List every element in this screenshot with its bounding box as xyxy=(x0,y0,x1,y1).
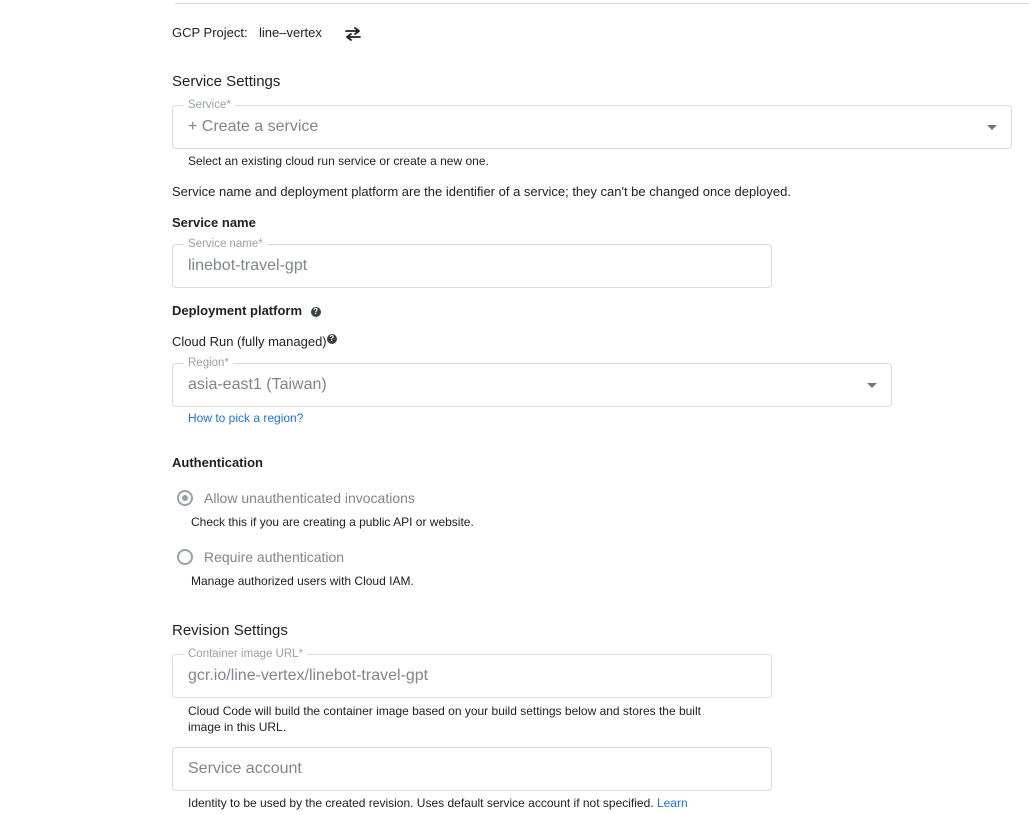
service-name-heading: Service name xyxy=(172,215,256,230)
swap-icon[interactable] xyxy=(343,25,363,43)
allow-unauthenticated-hint: Check this if you are creating a public … xyxy=(191,515,474,529)
identifier-note: Service name and deployment platform are… xyxy=(172,184,791,199)
service-account-hint-text: Identity to be used by the created revis… xyxy=(188,796,654,810)
project-label: GCP Project: xyxy=(172,25,248,40)
require-authentication-hint: Manage authorized users with Cloud IAM. xyxy=(191,574,414,588)
revision-settings-title: Revision Settings xyxy=(172,622,288,639)
project-name: line–vertex xyxy=(259,25,322,40)
help-icon[interactable]: ? xyxy=(310,306,321,317)
container-image-hint-line2: image in this URL. xyxy=(188,720,287,734)
container-image-value: gcr.io/line-vertex/linebot-travel-gpt xyxy=(188,667,429,684)
region-select[interactable]: Region* asia-east1 (Taiwan) xyxy=(172,356,892,407)
service-select-hint: Select an existing cloud run service or … xyxy=(188,154,489,168)
container-image-hint: Cloud Code will build the container imag… xyxy=(188,703,701,735)
container-image-field[interactable]: Container image URL* gcr.io/line-vertex/… xyxy=(172,647,772,698)
service-select[interactable]: Service* + Create a service xyxy=(172,98,1012,149)
deployment-platform-heading: Deployment platform ? xyxy=(172,303,321,318)
service-account-hint: Identity to be used by the created revis… xyxy=(188,796,688,810)
region-help-link[interactable]: How to pick a region? xyxy=(188,411,303,425)
authentication-heading: Authentication xyxy=(172,455,263,470)
service-select-value: + Create a service xyxy=(188,118,319,135)
chevron-down-icon xyxy=(987,125,997,130)
service-name-value: linebot-travel-gpt xyxy=(188,257,308,274)
platform-name: Cloud Run (fully managed) xyxy=(172,334,327,349)
top-divider xyxy=(175,0,1029,4)
learn-more-link[interactable]: Learn xyxy=(657,796,688,810)
require-authentication-radio[interactable] xyxy=(177,549,193,565)
allow-unauthenticated-radio[interactable] xyxy=(177,490,193,506)
service-settings-title: Service Settings xyxy=(172,73,281,90)
chevron-down-icon xyxy=(867,383,877,388)
service-account-field[interactable]: Service account xyxy=(172,747,772,791)
require-authentication-label[interactable]: Require authentication xyxy=(204,549,344,565)
allow-unauthenticated-label[interactable]: Allow unauthenticated invocations xyxy=(204,490,415,506)
deployment-platform-label: Deployment platform xyxy=(172,303,303,318)
platform-row: Cloud Run (fully managed)? xyxy=(172,334,337,349)
service-name-field[interactable]: Service name* linebot-travel-gpt xyxy=(172,237,772,288)
region-select-value: asia-east1 (Taiwan) xyxy=(188,376,327,393)
container-image-hint-line1: Cloud Code will build the container imag… xyxy=(188,704,701,718)
service-account-placeholder: Service account xyxy=(188,760,302,777)
help-icon[interactable]: ? xyxy=(326,334,337,344)
